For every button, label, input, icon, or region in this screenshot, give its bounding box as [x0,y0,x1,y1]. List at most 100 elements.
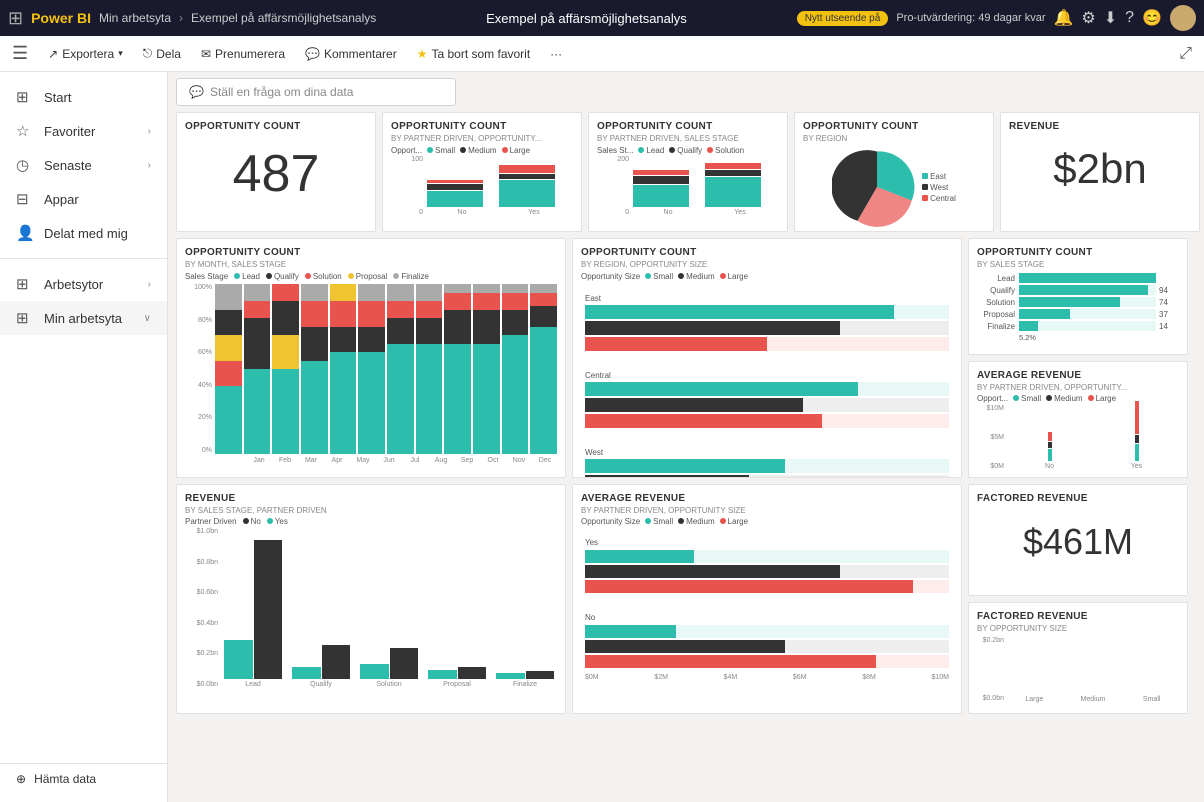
hbar-central-small [585,382,949,396]
sidebar-item-shared[interactable]: 👤 Delat med mig [0,216,167,250]
bar-may [330,284,357,454]
sidebar-label-workspaces: Arbetsytor [44,277,103,292]
content-area: 💬 Ställ en fråga om dina data Opportunit… [168,72,1204,802]
stage-qualify: Qualify 94 [977,285,1179,295]
stacked-bars: Jan Feb Mar Apr May Jun Jul Aug Sep Oct … [215,284,557,464]
hbar-east-large [585,337,949,351]
card-subtitle-avg-rev-size: BY PARTNER DRIVEN, OPPORTUNITY SIZE [581,506,953,515]
bar-small: Small [1124,694,1179,703]
stage-solution: Solution 74 [977,297,1179,307]
card-subtitle-region-size: BY REGION, OPPORTUNITY SIZE [581,260,953,269]
hbar-west: West [585,448,949,478]
y-axis: 1000 [395,156,425,216]
apps-icon: ⊟ [16,190,34,208]
card-title-revenue: Revenue [1009,121,1191,132]
opp-count-value: 487 [185,148,367,200]
card-title-opp-count: Opportunity Count [185,121,367,132]
report-label[interactable]: Exempel på affärsmöjlighetsanalys [191,11,376,25]
toggle-label[interactable]: Nytt utseende på [797,11,889,26]
comments-button[interactable]: 💬 Kommentarer [297,43,405,65]
row3: Revenue BY SALES STAGE, PARTNER DRIVEN P… [176,484,1196,714]
card-title-opp-stage: Opportunity Count [597,121,779,132]
shared-icon: 👤 [16,224,34,242]
hbar-east-medium [585,321,949,335]
sidebar-item-myworkspace[interactable]: ⊞ Min arbetsyta ∨ [0,301,167,335]
sidebar-item-start[interactable]: ⊞ Start [0,80,167,114]
sidebar-label-recent: Senaste [44,158,92,173]
bar-jul [387,284,414,454]
avg-rev-chart: $10M$5M$0M No [977,405,1179,470]
bar-jun [358,284,385,454]
card-subtitle-factored-rev-size: BY OPPORTUNITY SIZE [977,624,1179,633]
subscribe-icon: ✉ [201,47,211,61]
subscribe-button[interactable]: ✉ Prenumerera [193,43,293,65]
qa-placeholder: Ställ en fråga om dina data [210,85,353,99]
chevron-right-icon: › [148,279,151,290]
sidebar-item-recent[interactable]: ◷ Senaste › [0,148,167,182]
rev-stage-bars: Lead Qualify [221,528,557,688]
star-icon: ☆ [16,122,34,140]
avatar[interactable] [1170,5,1196,31]
row1: Opportunity Count 487 Opportunity Count … [176,112,1196,232]
collapse-icon[interactable]: ☰ [12,43,28,64]
sidebar-label-apps: Appar [44,192,79,207]
card-title-sales-stage: Opportunity Count [977,247,1179,258]
bar-solution: Solution [357,524,421,688]
favorite-button[interactable]: ★ Ta bort som favorit [409,43,538,65]
card-title-opp-region: Opportunity Count [803,121,985,132]
download-icon[interactable]: ⬇ [1104,8,1117,28]
x-labels-month: Jan Feb Mar Apr May Jun Jul Aug Sep Oct … [215,454,557,464]
bar-finalize: Finalize [493,524,557,688]
notifications-icon[interactable]: 🔔 [1054,8,1074,28]
bar-no: No [427,152,497,216]
settings-icon[interactable]: ⚙ [1081,8,1095,28]
more-button[interactable]: ··· [542,43,570,65]
card-title-month-stage: Opportunity Count [185,247,557,258]
help-icon[interactable]: ? [1125,9,1134,27]
card-title-avg-rev-size: Average Revenue [581,493,953,504]
sidebar-item-workspaces[interactable]: ⊞ Arbetsytor › [0,267,167,301]
export-icon: ↗ [48,47,58,61]
getdata-icon: ⊕ [16,772,26,786]
sidebar-item-apps[interactable]: ⊟ Appar [0,182,167,216]
card-title-factored-rev-size: Factored Revenue [977,611,1179,622]
card-opp-region: Opportunity Count BY REGION East [794,112,994,232]
y-axis-stage: 2000 [601,156,631,216]
share-button[interactable]: ⎋ Dela [135,42,189,65]
y-axis-month: 100%80%60%40%20%0% [185,284,215,454]
workspace-label[interactable]: Min arbetsyta [99,11,171,25]
card-title-opp-partner: Opportunity Count [391,121,573,132]
avgrev-bars: No Yes [1007,405,1179,470]
sidebar-item-favorites[interactable]: ☆ Favoriter › [0,114,167,148]
avgrev-no: No [1007,401,1092,470]
card-subtitle-sales-stage: BY SALES STAGE [977,260,1179,269]
expand-button[interactable]: ⤢ [1179,45,1192,63]
card-opp-sales-stage: Opportunity Count BY SALES STAGE Lead Qu… [968,238,1188,355]
card-opp-count: Opportunity Count 487 [176,112,376,232]
bar-stage-yes: Yes [705,152,775,216]
qa-bar[interactable]: 💬 Ställ en fråga om dina data [176,78,456,106]
sidebar-label-myworkspace: Min arbetsyta [44,311,122,326]
stage-note: 5.2% [977,333,1179,342]
chart-partner: 1000 No [391,158,573,218]
stage-finalize: Finalize 14 [977,321,1179,331]
factored-revenue-value: $461M [977,524,1179,560]
card-title-region-size: Opportunity Count [581,247,953,258]
sidebar-divider [0,258,167,259]
sidebar: ⊞ Start ☆ Favoriter › ◷ Senaste › ⊟ Appa… [0,72,168,802]
top-bar: ⊞ Power BI Min arbetsyta › Exempel på af… [0,0,1204,36]
bar-yes: Yes [499,152,569,216]
bar-proposal: Proposal [425,524,489,688]
rev-stage-chart: $1.0bn$0.8bn$0.6bn$0.4bn$0.2bn$0.0bn Lea… [185,528,557,688]
main-layout: ⊞ Start ☆ Favoriter › ◷ Senaste › ⊟ Appa… [0,72,1204,802]
emoji-icon[interactable]: 😊 [1142,8,1162,28]
card-avg-revenue-size: Average Revenue BY PARTNER DRIVEN, OPPOR… [572,484,962,714]
card-subtitle-opp-stage: BY PARTNER DRIVEN, SALES STAGE [597,134,779,143]
qa-icon: 💬 [189,85,204,99]
export-button[interactable]: ↗ Exportera ▾ [40,43,131,65]
getdata-label: Hämta data [34,772,96,786]
star-icon: ★ [417,47,428,61]
sidebar-label-start: Start [44,90,71,105]
hbar-central-large [585,414,949,428]
get-data-button[interactable]: ⊕ Hämta data [0,763,167,794]
